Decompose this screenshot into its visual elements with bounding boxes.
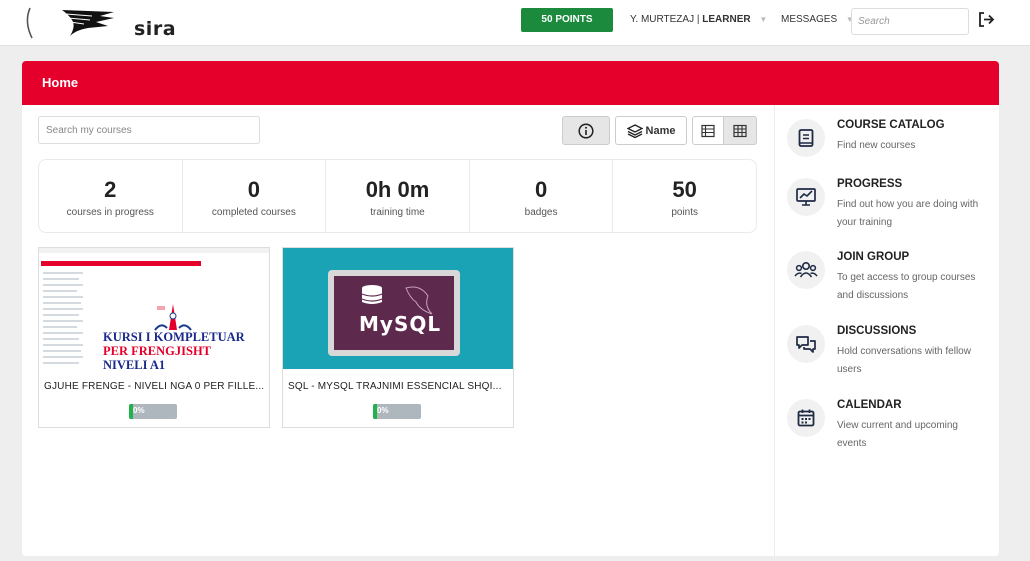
thumb-line bbox=[43, 344, 83, 346]
sort-label: Name bbox=[645, 124, 676, 137]
stat-label: points bbox=[671, 207, 699, 218]
stat-value: 0 bbox=[534, 177, 548, 202]
group-icon bbox=[787, 251, 825, 289]
thumb-line bbox=[43, 326, 77, 328]
thumb-line bbox=[43, 320, 83, 322]
course-card[interactable]: MySQL SQL - MYSQL TRAJNIMI ESSENCIAL SHQ… bbox=[282, 247, 514, 428]
thumb-heading: PER FRENGJISHT bbox=[103, 344, 212, 358]
thumb-line bbox=[43, 278, 79, 280]
stats-bar: 2 courses in progress 0 completed course… bbox=[38, 159, 757, 233]
progress-label: 0% bbox=[133, 406, 145, 415]
mysql-wordmark: MySQL bbox=[359, 312, 442, 336]
stat-training-time: 0h 0m training time bbox=[326, 160, 470, 232]
chevron-down-icon: ▼ bbox=[759, 15, 768, 24]
search-input[interactable] bbox=[851, 8, 969, 35]
thumb-line bbox=[43, 350, 81, 352]
thumb-line bbox=[43, 338, 79, 340]
thumb-line bbox=[43, 272, 83, 274]
stat-value: 0 bbox=[247, 177, 261, 202]
sidebar-item-title[interactable]: DISCUSSIONS bbox=[837, 325, 916, 337]
thumb-line bbox=[43, 302, 81, 304]
thumb-heading: NIVELI A1 bbox=[103, 358, 166, 369]
user-menu[interactable]: Y. MURTEZAJ | LEARNER ▼ bbox=[630, 14, 767, 25]
stat-label: completed courses bbox=[211, 207, 296, 218]
rocket-illustration bbox=[154, 304, 192, 331]
sidebar-item-desc: Find out how you are doing with your tra… bbox=[837, 199, 979, 228]
info-button[interactable] bbox=[562, 116, 610, 145]
course-progress-bar: 0% bbox=[373, 404, 421, 419]
stat-value: 2 bbox=[104, 177, 117, 202]
sidebar-divider bbox=[774, 105, 775, 556]
sira-logo[interactable]: sira bbox=[22, 4, 176, 42]
sort-by-name-button[interactable]: Name bbox=[615, 116, 687, 145]
thumb-line bbox=[43, 356, 83, 358]
stat-value: 0h 0m bbox=[365, 177, 430, 202]
thumb-line bbox=[43, 290, 77, 292]
sidebar-item-title[interactable]: CALENDAR bbox=[837, 399, 902, 411]
thumb-line bbox=[43, 314, 79, 316]
grid-view-icon bbox=[733, 124, 747, 137]
thumb-redbar bbox=[41, 261, 201, 266]
thumb-line bbox=[43, 296, 83, 298]
sidebar-item-title[interactable]: JOIN GROUP bbox=[837, 251, 909, 263]
logout-icon[interactable] bbox=[978, 11, 995, 28]
sidebar-item-title[interactable]: PROGRESS bbox=[837, 178, 902, 190]
stat-label: badges bbox=[524, 207, 558, 218]
sidebar-item-desc: View current and upcoming events bbox=[837, 420, 958, 449]
thumb-line bbox=[43, 284, 83, 286]
page-title: Home bbox=[22, 61, 999, 105]
course-search-input[interactable] bbox=[38, 116, 260, 144]
stat-badges: 0 badges bbox=[470, 160, 614, 232]
stat-value: 50 bbox=[672, 177, 697, 202]
course-thumbnail[interactable]: MySQL bbox=[283, 248, 513, 369]
book-icon bbox=[787, 119, 825, 157]
messages-menu[interactable]: MESSAGES ▼ bbox=[781, 14, 854, 25]
stat-completed-courses: 0 completed courses bbox=[183, 160, 327, 232]
messages-label: MESSAGES bbox=[781, 14, 838, 25]
chart-icon bbox=[787, 178, 825, 216]
course-title[interactable]: SQL - MYSQL TRAJNIMI ESSENCIAL SHQI... bbox=[288, 381, 510, 392]
sidebar-item-desc: To get access to group courses and discu… bbox=[837, 272, 976, 301]
stat-label: training time bbox=[370, 207, 425, 218]
sidebar-item-title[interactable]: COURSE CATALOG bbox=[837, 119, 945, 131]
grid-view-button[interactable] bbox=[723, 116, 757, 145]
calendar-icon bbox=[787, 399, 825, 437]
progress-label: 0% bbox=[377, 406, 389, 415]
thumb-line bbox=[43, 362, 79, 364]
user-role: LEARNER bbox=[702, 14, 751, 25]
list-view-icon bbox=[701, 124, 715, 137]
logo-text: sira bbox=[134, 18, 177, 40]
sidebar-item-desc: Hold conversations with fellow users bbox=[837, 346, 971, 375]
points-button[interactable]: 50 POINTS bbox=[521, 8, 613, 32]
user-name: Y. MURTEZAJ bbox=[630, 14, 695, 25]
layers-icon bbox=[626, 123, 643, 138]
sidebar-item-desc: Find new courses bbox=[837, 140, 916, 151]
thumb-line bbox=[43, 308, 83, 310]
course-progress-bar: 0% bbox=[129, 404, 177, 419]
home-panel: Home Name 2 courses in progres bbox=[22, 61, 999, 556]
thumb-line bbox=[43, 332, 83, 334]
stat-courses-in-progress: 2 courses in progress bbox=[39, 160, 183, 232]
top-bar: sira 50 POINTS Y. MURTEZAJ | LEARNER ▼ M… bbox=[0, 0, 1030, 46]
thumb-topbar bbox=[39, 248, 269, 253]
course-title[interactable]: GJUHE FRENGE - NIVELI NGA 0 PER FILLE... bbox=[44, 381, 266, 392]
stat-points: 50 points bbox=[613, 160, 756, 232]
course-card[interactable]: KURSI I KOMPLETUAR PER FRENGJISHT NIVELI… bbox=[38, 247, 270, 428]
thumb-heading: KURSI I KOMPLETUAR bbox=[103, 330, 245, 344]
info-icon bbox=[578, 122, 594, 139]
list-view-button[interactable] bbox=[692, 116, 724, 145]
stat-label: courses in progress bbox=[66, 207, 154, 218]
chat-icon bbox=[787, 325, 825, 363]
course-thumbnail[interactable]: KURSI I KOMPLETUAR PER FRENGJISHT NIVELI… bbox=[39, 248, 269, 369]
